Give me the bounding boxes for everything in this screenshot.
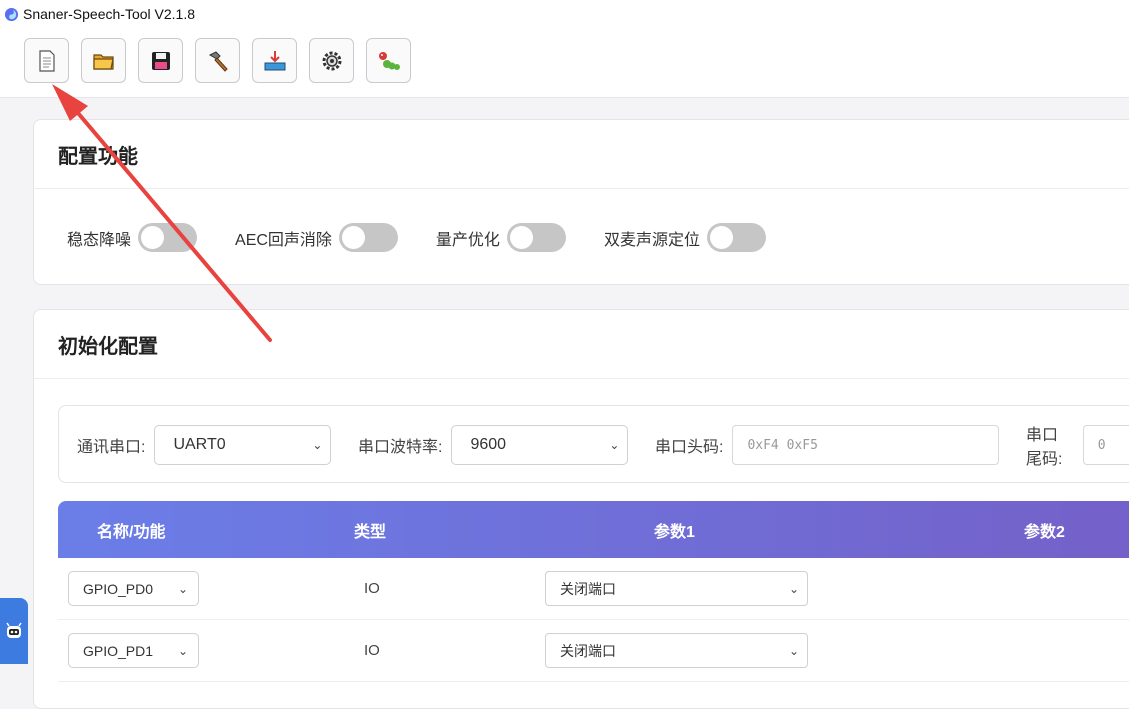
top-bar: Snaner-Speech-Tool V2.1.8	[0, 0, 1129, 98]
bug-icon	[378, 51, 400, 70]
baud-rate-field: 串口波特率: 9600 ⌄	[358, 406, 629, 484]
save-button[interactable]	[138, 38, 183, 83]
tail-code-field: 串口尾码: 0	[1026, 406, 1129, 484]
switch-noise-reduction: 稳态降噪	[67, 223, 198, 252]
chevron-down-icon: ⌄	[177, 643, 188, 658]
chevron-down-icon: ⌄	[312, 438, 323, 452]
mass-production-toggle[interactable]	[506, 223, 566, 252]
param1-value: 关闭端口	[560, 580, 616, 597]
toggle-knob	[141, 226, 165, 249]
table-row: GPIO_PD0 ⌄ IO 关闭端口 ⌄	[58, 558, 1129, 620]
debug-button[interactable]	[366, 38, 411, 83]
serial-port-label: 通讯串口:	[77, 439, 146, 456]
switch-label: 量产优化	[435, 231, 500, 249]
download-button[interactable]	[252, 38, 297, 83]
name-cell: GPIO_PD0 ⌄	[68, 558, 199, 619]
gpio-value: GPIO_PD0	[83, 580, 154, 597]
tail-code-placeholder: 0	[1097, 437, 1106, 453]
tail-code-input[interactable]: 0	[1082, 425, 1129, 465]
toggle-knob	[709, 226, 733, 249]
io-table: 名称/功能 类型 参数1 参数2 GPIO_PD0 ⌄ IO 关闭端口 ⌄ GP…	[58, 501, 1129, 682]
column-header: 参数2	[1024, 523, 1065, 541]
baud-rate-value: 9600	[470, 436, 507, 453]
init-card-title: 初始化配置	[34, 310, 1129, 379]
column-header: 名称/功能	[97, 523, 166, 541]
column-header: 参数1	[654, 523, 695, 541]
toolbar	[24, 38, 411, 83]
init-card: 初始化配置 通讯串口: UART0 ⌄ 串口波特率: 9600 ⌄ 串口头码: …	[33, 309, 1129, 709]
name-cell: GPIO_PD1 ⌄	[68, 620, 199, 681]
serial-port-field: 通讯串口: UART0 ⌄	[77, 406, 332, 484]
header-code-input[interactable]: 0xF4 0xF5	[732, 425, 1000, 465]
serial-port-select[interactable]: UART0 ⌄	[154, 425, 332, 465]
switch-aec: AEC回声消除	[235, 223, 398, 252]
tail-code-label: 串口尾码:	[1026, 427, 1063, 468]
gpio-select[interactable]: GPIO_PD0 ⌄	[68, 571, 199, 606]
window-title-bar: Snaner-Speech-Tool V2.1.8	[4, 5, 195, 23]
config-card-title: 配置功能	[34, 120, 1129, 189]
header-code-field: 串口头码: 0xF4 0xF5	[655, 406, 1000, 484]
robot-icon	[6, 622, 22, 638]
serial-settings: 通讯串口: UART0 ⌄ 串口波特率: 9600 ⌄ 串口头码: 0xF4 0…	[58, 405, 1129, 483]
toggle-knob	[341, 226, 365, 249]
param1-cell: 关闭端口 ⌄	[545, 620, 808, 681]
dual-mic-toggle[interactable]	[706, 223, 766, 252]
baud-rate-select[interactable]: 9600 ⌄	[451, 425, 629, 465]
header-code-label: 串口头码:	[655, 439, 724, 456]
chevron-down-icon: ⌄	[609, 438, 620, 452]
chevron-down-icon: ⌄	[788, 581, 799, 596]
settings-button[interactable]	[309, 38, 354, 83]
param1-cell: 关闭端口 ⌄	[545, 558, 808, 619]
serial-port-value: UART0	[173, 436, 226, 453]
table-row: GPIO_PD1 ⌄ IO 关闭端口 ⌄	[58, 620, 1129, 682]
new-file-button[interactable]	[24, 38, 69, 83]
chevron-down-icon: ⌄	[177, 581, 188, 596]
chevron-down-icon: ⌄	[788, 643, 799, 658]
column-header: 类型	[354, 523, 387, 541]
switch-row: 稳态降噪 AEC回声消除 量产优化 双麦声源定位	[67, 223, 804, 252]
assistant-float-button[interactable]	[0, 598, 28, 664]
save-icon	[151, 51, 170, 70]
new-file-icon	[38, 49, 55, 72]
switch-label: AEC回声消除	[235, 231, 332, 249]
param1-select[interactable]: 关闭端口 ⌄	[545, 571, 808, 606]
baud-rate-label: 串口波特率:	[358, 439, 443, 456]
switch-dual-mic: 双麦声源定位	[604, 223, 766, 252]
gpio-select[interactable]: GPIO_PD1 ⌄	[68, 633, 199, 668]
window-title: Snaner-Speech-Tool V2.1.8	[23, 6, 195, 22]
aec-toggle[interactable]	[338, 223, 398, 252]
param1-select[interactable]: 关闭端口 ⌄	[545, 633, 808, 668]
config-card: 配置功能 稳态降噪 AEC回声消除 量产优化 双麦声源定位	[33, 119, 1129, 285]
app-logo-icon	[4, 7, 19, 21]
table-header: 名称/功能 类型 参数1 参数2	[58, 501, 1129, 558]
open-folder-icon	[92, 53, 114, 70]
gear-icon	[322, 51, 341, 70]
build-button[interactable]	[195, 38, 240, 83]
type-cell: IO	[364, 642, 380, 659]
switch-label: 双麦声源定位	[603, 231, 700, 249]
header-code-placeholder: 0xF4 0xF5	[747, 437, 818, 453]
open-folder-button[interactable]	[81, 38, 126, 83]
gpio-value: GPIO_PD1	[83, 642, 154, 659]
toggle-knob	[509, 226, 533, 249]
param1-value: 关闭端口	[560, 642, 616, 659]
noise-reduction-toggle[interactable]	[138, 223, 198, 252]
download-icon	[264, 50, 285, 70]
switch-mass-production: 量产优化	[436, 223, 566, 252]
type-cell: IO	[364, 580, 380, 597]
switch-label: 稳态降噪	[67, 231, 132, 249]
hammer-icon	[208, 50, 228, 72]
